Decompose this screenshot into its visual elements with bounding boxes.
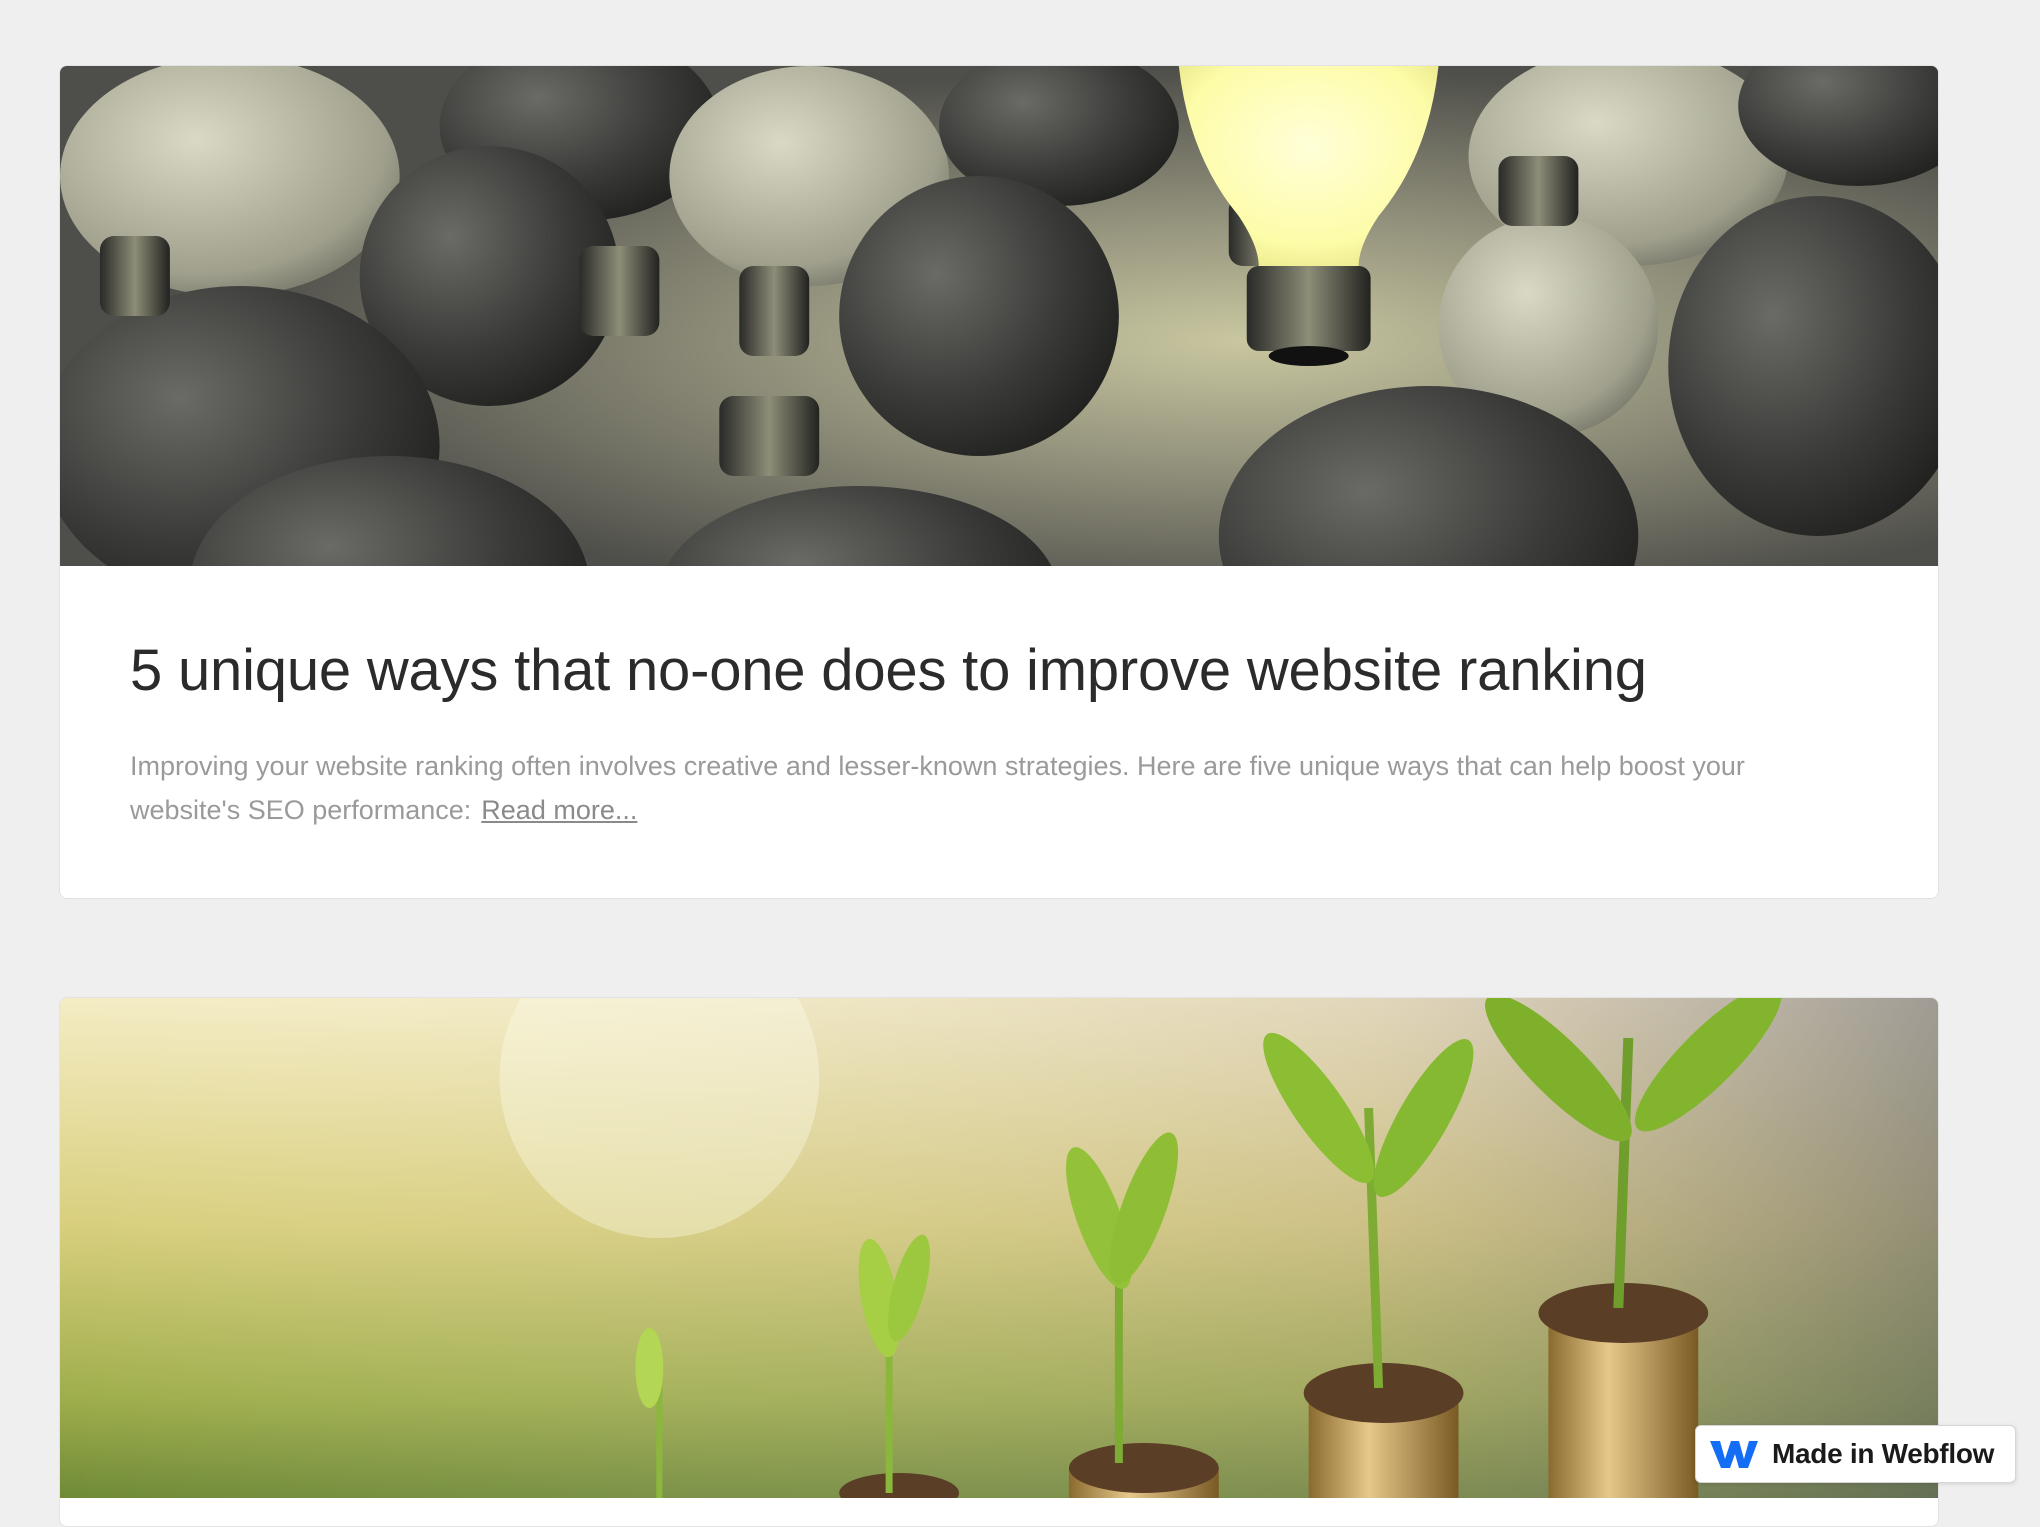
plants-on-coins-illustration — [60, 998, 1938, 1498]
post-title[interactable]: 5 unique ways that no-one does to improv… — [130, 636, 1868, 706]
webflow-logo-icon — [1708, 1437, 1760, 1471]
badge-label: Made in Webflow — [1772, 1438, 1995, 1469]
post-excerpt: Improving your website ranking often inv… — [130, 744, 1850, 832]
blog-post-card[interactable]: 5 unique ways that no-one does to improv… — [59, 65, 1939, 899]
post-content: 5 unique ways that no-one does to improv… — [60, 566, 1938, 832]
light-bulbs-illustration — [60, 66, 1938, 566]
read-more-link[interactable]: Read more... — [481, 795, 637, 825]
post-excerpt-text: Improving your website ranking often inv… — [130, 750, 1745, 825]
post-thumbnail-plants[interactable] — [60, 998, 1938, 1498]
made-in-webflow-badge[interactable]: Made in Webflow — [1695, 1425, 2016, 1483]
post-thumbnail-light-bulbs[interactable] — [60, 66, 1938, 566]
blog-post-card[interactable] — [59, 997, 1939, 1527]
